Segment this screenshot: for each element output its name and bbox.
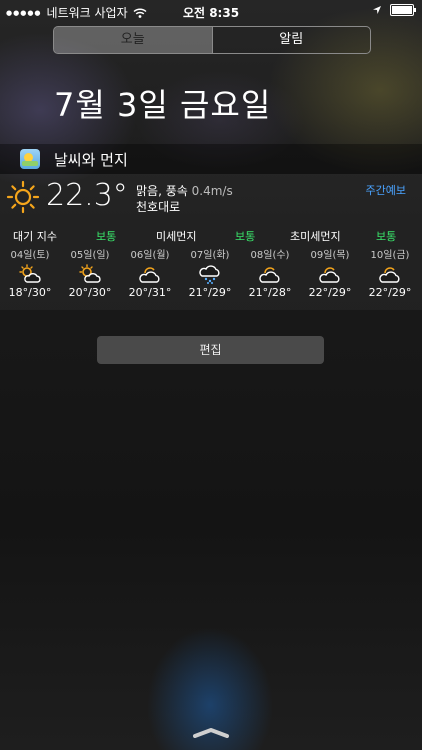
widget-title: 날씨와 먼지 <box>54 150 128 169</box>
condition-text: 맑음, 풍속 <box>136 184 188 198</box>
status-right <box>372 4 416 16</box>
partly-cloudy-icon <box>79 264 101 283</box>
tab-notifications[interactable]: 알림 <box>211 27 371 53</box>
forecast-temps: 22°/29° <box>368 286 412 299</box>
forecast-date: 04일(토) <box>10 250 50 261</box>
forecast-temps: 20°/30° <box>68 286 112 299</box>
pm25-label: 초미세먼지 <box>290 230 341 243</box>
weather-app-icon <box>20 149 40 169</box>
forecast-day: 07일(화) 21°/29° <box>180 246 240 299</box>
aqi-label: 대기 지수 <box>13 230 57 243</box>
widget-header[interactable]: 날씨와 먼지 <box>0 144 422 174</box>
aqi-status: 보통 <box>96 230 117 243</box>
status-bar: ●●●●● 네트워크 사업자 오전 8:35 <box>0 0 422 22</box>
forecast-date: 05일(일) <box>70 250 110 261</box>
forecast-date: 07일(화) <box>190 250 230 261</box>
rain-cloud-icon <box>199 265 220 284</box>
daily-forecast: 04일(토) 18°/30° 05일(일) 20°/30° 06일(월) 20°… <box>0 246 422 306</box>
pm10-status: 보통 <box>235 230 256 243</box>
current-temperature: 22.3° <box>46 178 128 213</box>
forecast-temps: 21°/29° <box>188 286 232 299</box>
forecast-temps: 21°/28° <box>248 286 292 299</box>
forecast-day: 04일(토) 18°/30° <box>0 246 60 299</box>
battery-icon <box>390 4 416 16</box>
current-condition: 맑음, 풍속 0.4m/s <box>136 182 233 199</box>
tab-today[interactable]: 오늘 <box>54 27 212 53</box>
chevron-up-icon[interactable] <box>192 726 230 738</box>
forecast-date: 06일(월) <box>130 250 170 261</box>
forecast-day: 09일(목) 22°/29° <box>300 246 360 299</box>
forecast-day: 06일(월) 20°/31° <box>120 246 180 299</box>
cloud-sun-icon <box>139 267 160 283</box>
location-arrow-icon <box>373 6 381 14</box>
partly-cloudy-icon <box>19 264 41 283</box>
forecast-temps: 18°/30° <box>8 286 52 299</box>
location-label: 천호대로 <box>136 200 181 214</box>
cloud-sun-icon <box>319 267 340 283</box>
clock: 오전 8:35 <box>182 6 240 20</box>
forecast-date: 09일(목) <box>310 250 350 261</box>
forecast-date: 10일(금) <box>370 250 410 261</box>
forecast-temps: 22°/29° <box>308 286 352 299</box>
forecast-day: 05일(일) 20°/30° <box>60 246 120 299</box>
date-title: 7월 3일 금요일 <box>54 86 272 124</box>
notification-center-tabs: 오늘 알림 <box>53 26 371 54</box>
cloud-sun-icon <box>259 267 280 283</box>
forecast-date: 08일(수) <box>250 250 290 261</box>
wind-speed: 0.4m/s <box>191 184 233 198</box>
sun-icon <box>6 180 40 214</box>
pm10-label: 미세먼지 <box>156 230 197 243</box>
forecast-day: 10일(금) 22°/29° <box>360 246 420 299</box>
weekly-forecast-link[interactable]: 주간예보 <box>366 182 406 198</box>
edit-button[interactable]: 편집 <box>97 336 324 364</box>
forecast-temps: 20°/31° <box>128 286 172 299</box>
pm25-status: 보통 <box>376 230 397 243</box>
forecast-day: 08일(수) 21°/28° <box>240 246 300 299</box>
cloud-sun-icon <box>379 267 400 283</box>
